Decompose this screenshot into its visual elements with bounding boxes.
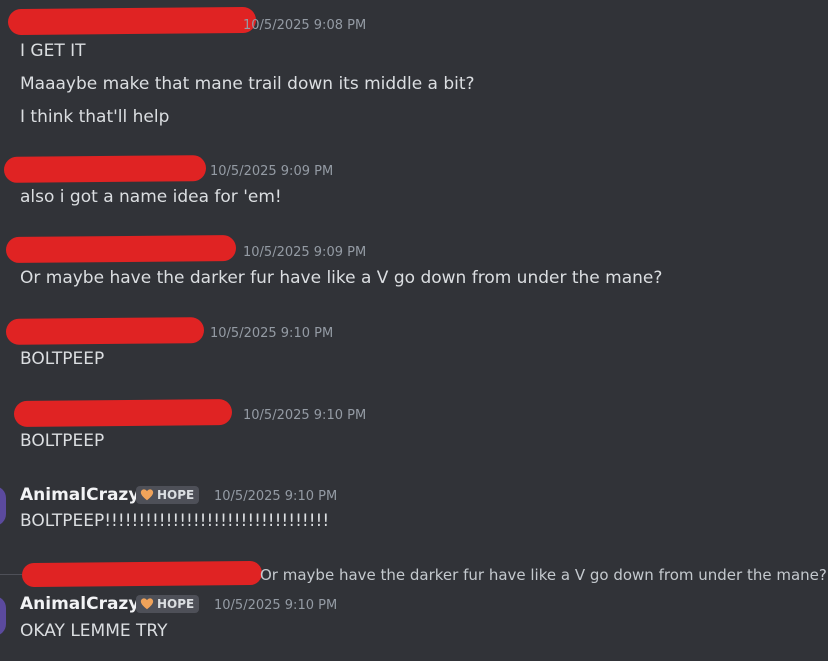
message-4: 10/5/2025 9:10 PM BOLTPEEP bbox=[5, 317, 820, 381]
redacted-username bbox=[5, 317, 205, 345]
role-tag-label: HOPE bbox=[157, 597, 195, 611]
redacted-reply-username bbox=[21, 560, 263, 588]
timestamp: 10/5/2025 9:10 PM bbox=[214, 489, 338, 504]
role-tag[interactable]: HOPE bbox=[136, 486, 200, 504]
timestamp: 10/5/2025 9:10 PM bbox=[210, 326, 334, 341]
message-3: 10/5/2025 9:09 PM Or maybe have the dark… bbox=[5, 234, 820, 300]
message-2: 10/5/2025 9:09 PM also i got a name idea… bbox=[3, 155, 820, 220]
message-text: also i got a name idea for 'em! bbox=[20, 187, 282, 207]
message-6: AnimalCrazy HOPE 10/5/2025 9:10 PM BOLTP… bbox=[20, 484, 820, 544]
message-text: I think that'll help bbox=[20, 107, 170, 127]
avatar[interactable] bbox=[0, 596, 6, 636]
message-7: Or maybe have the darker fur have like a… bbox=[20, 560, 827, 652]
message-text: BOLTPEEP bbox=[20, 349, 105, 369]
username[interactable]: AnimalCrazy bbox=[20, 593, 139, 615]
reply-spine bbox=[0, 574, 22, 575]
username[interactable]: AnimalCrazy bbox=[20, 484, 139, 506]
message-text: Maaaybe make that mane trail down its mi… bbox=[20, 74, 475, 94]
message-text: BOLTPEEP!!!!!!!!!!!!!!!!!!!!!!!!!!!!!!!!… bbox=[20, 511, 330, 531]
timestamp: 10/5/2025 9:10 PM bbox=[243, 408, 367, 423]
message-1: 10/5/2025 9:08 PM I GET IT Maaaybe make … bbox=[7, 6, 820, 134]
timestamp: 10/5/2025 9:09 PM bbox=[210, 164, 334, 179]
timestamp: 10/5/2025 9:09 PM bbox=[243, 245, 367, 260]
avatar[interactable] bbox=[0, 486, 6, 526]
role-tag[interactable]: HOPE bbox=[136, 595, 200, 613]
heart-icon bbox=[140, 598, 154, 610]
redacted-username bbox=[5, 234, 237, 264]
redacted-username bbox=[3, 155, 207, 183]
timestamp: 10/5/2025 9:08 PM bbox=[243, 18, 367, 33]
reply-preview[interactable]: Or maybe have the darker fur have like a… bbox=[260, 564, 827, 586]
message-text: I GET IT bbox=[20, 41, 86, 61]
role-tag-label: HOPE bbox=[157, 488, 195, 502]
message-5: 10/5/2025 9:10 PM BOLTPEEP bbox=[13, 399, 820, 463]
message-text: BOLTPEEP bbox=[20, 431, 105, 451]
heart-icon bbox=[140, 489, 154, 501]
redacted-username bbox=[7, 6, 257, 36]
message-text: OKAY LEMME TRY bbox=[20, 621, 168, 641]
message-text: Or maybe have the darker fur have like a… bbox=[20, 268, 663, 288]
redacted-username bbox=[13, 399, 233, 427]
timestamp: 10/5/2025 9:10 PM bbox=[214, 598, 338, 613]
